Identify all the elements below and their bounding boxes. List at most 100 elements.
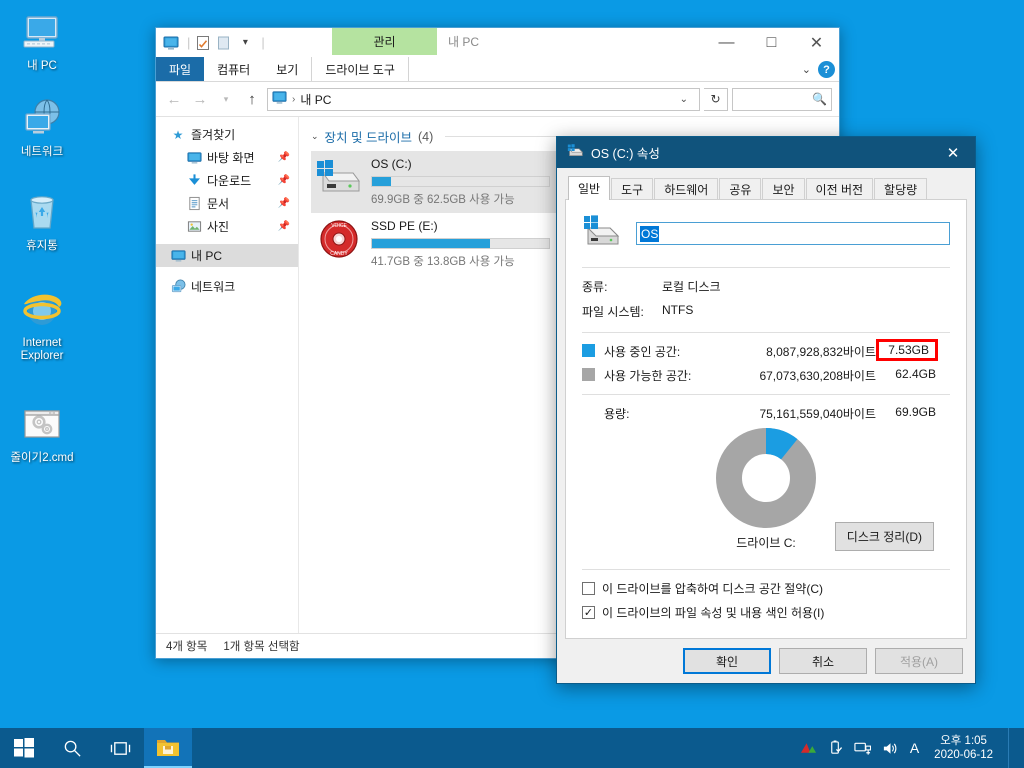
tab-sharing[interactable]: 공유 bbox=[719, 178, 762, 200]
taskbar[interactable]: A 오후 1:05 2020-06-12 bbox=[0, 728, 1024, 768]
ribbon-tab-computer[interactable]: 컴퓨터 bbox=[204, 57, 263, 81]
tab-security[interactable]: 보안 bbox=[762, 178, 805, 200]
nav-item-pictures[interactable]: 사진 📌 bbox=[156, 215, 298, 238]
recent-locations-icon[interactable]: ▾ bbox=[215, 88, 237, 110]
capacity-bytes: 75,161,559,040바이트 bbox=[759, 407, 876, 421]
cancel-button[interactable]: 취소 bbox=[779, 648, 867, 674]
up-icon[interactable]: ↑ bbox=[241, 88, 263, 110]
drive-properties-dialog[interactable]: OS (C:) 속성 ✕ 일반 도구 하드웨어 공유 보안 이전 버전 할당량 bbox=[556, 136, 976, 684]
index-drive-checkbox-row[interactable]: ✓ 이 드라이브의 파일 속성 및 내용 색인 허용(I) bbox=[582, 604, 950, 621]
nav-item-network[interactable]: 네트워크 bbox=[156, 275, 298, 298]
capacity-donut-chart: 드라이브 C: 디스크 정리(D) bbox=[582, 428, 950, 551]
search-icon[interactable]: 🔍 bbox=[812, 92, 827, 106]
windows-drive-icon bbox=[315, 155, 363, 199]
used-space-row: 사용 중인 공간: 8,087,928,832바이트 7.53GB bbox=[582, 339, 950, 361]
navigation-pane[interactable]: ★ 즐겨찾기 바탕 화면 📌 다운로드 📌 문서 📌 사진 📌 내 PC 네트워… bbox=[156, 117, 299, 633]
nav-item-desktop[interactable]: 바탕 화면 📌 bbox=[156, 146, 298, 169]
desktop-icon-label: 줄이기2.cmd bbox=[10, 452, 74, 464]
usb-eject-icon[interactable] bbox=[828, 740, 843, 756]
ribbon-tab-bar[interactable]: 파일 컴퓨터 보기 드라이브 도구 ⌄ ? bbox=[156, 57, 839, 82]
customize-qat-icon[interactable]: ▾ bbox=[236, 34, 254, 52]
collapse-ribbon-icon[interactable]: ⌄ bbox=[802, 63, 811, 76]
quick-access-toolbar[interactable]: | ▾ | 관리 내 PC — □ ✕ bbox=[156, 28, 839, 57]
ime-mode-icon[interactable]: A bbox=[910, 740, 919, 756]
system-tray[interactable]: A 오후 1:05 2020-06-12 bbox=[800, 728, 1024, 768]
group-title: 장치 및 드라이브 bbox=[324, 131, 412, 145]
compress-drive-checkbox-row[interactable]: 이 드라이브를 압축하여 디스크 공간 절약(C) bbox=[582, 580, 950, 597]
tab-quota[interactable]: 할당량 bbox=[874, 178, 928, 200]
this-pc-icon bbox=[272, 90, 287, 108]
dialog-footer[interactable]: 확인 취소 적용(A) bbox=[557, 639, 975, 683]
desktop-icon-cmd-script[interactable]: 줄이기2.cmd bbox=[0, 400, 84, 465]
nav-item-downloads[interactable]: 다운로드 📌 bbox=[156, 169, 298, 192]
pin-icon[interactable]: 📌 bbox=[278, 221, 290, 232]
start-button[interactable] bbox=[0, 728, 48, 768]
refresh-button[interactable]: ↻ bbox=[704, 87, 728, 111]
tab-previous-versions[interactable]: 이전 버전 bbox=[805, 178, 874, 200]
recycle-bin-icon bbox=[0, 188, 84, 236]
new-folder-icon[interactable] bbox=[215, 34, 233, 52]
tab-hardware[interactable]: 하드웨어 bbox=[654, 178, 719, 200]
search-box[interactable]: 🔍 bbox=[732, 87, 832, 111]
search-button[interactable] bbox=[48, 728, 96, 768]
contextual-tab-header: 관리 bbox=[332, 28, 437, 55]
ribbon-tab-view[interactable]: 보기 bbox=[263, 57, 311, 81]
search-input[interactable] bbox=[737, 92, 813, 106]
used-space-swatch bbox=[582, 344, 595, 357]
ok-button[interactable]: 확인 bbox=[683, 648, 771, 674]
address-bar[interactable]: › 내 PC ⌄ bbox=[267, 87, 700, 111]
desktop-icon-internet-explorer[interactable]: Internet Explorer bbox=[0, 285, 84, 363]
breadcrumb-this-pc[interactable]: 내 PC bbox=[300, 91, 331, 108]
volume-icon[interactable] bbox=[882, 741, 899, 756]
close-button[interactable]: ✕ bbox=[794, 28, 839, 57]
show-desktop-button[interactable] bbox=[1008, 728, 1014, 768]
field-value: NTFS bbox=[662, 303, 694, 317]
pin-icon[interactable]: 📌 bbox=[278, 175, 290, 186]
nav-item-documents[interactable]: 문서 📌 bbox=[156, 192, 298, 215]
maximize-button[interactable]: □ bbox=[749, 28, 794, 57]
tab-general[interactable]: 일반 bbox=[568, 176, 611, 200]
ribbon-tab-file[interactable]: 파일 bbox=[156, 57, 205, 81]
chevron-down-icon[interactable]: ⌄ bbox=[311, 131, 319, 142]
address-bar-row[interactable]: ← → ▾ ↑ › 내 PC ⌄ ↻ 🔍 bbox=[156, 82, 839, 116]
dialog-tab-bar[interactable]: 일반 도구 하드웨어 공유 보안 이전 버전 할당량 bbox=[565, 176, 967, 200]
chevron-down-icon[interactable]: ⌄ bbox=[673, 94, 695, 105]
capacity-gb: 69.9GB bbox=[895, 405, 936, 419]
desktop-icon-recycle-bin[interactable]: 휴지통 bbox=[0, 188, 84, 253]
nvidia-icon[interactable] bbox=[800, 741, 817, 755]
back-icon[interactable]: ← bbox=[163, 88, 185, 110]
ribbon-tab-drive-tools[interactable]: 드라이브 도구 bbox=[311, 57, 409, 81]
compress-drive-checkbox[interactable] bbox=[582, 582, 595, 595]
properties-icon[interactable] bbox=[194, 34, 212, 52]
network-tray-icon[interactable] bbox=[854, 741, 871, 756]
pin-icon[interactable]: 📌 bbox=[278, 152, 290, 163]
forward-icon[interactable]: → bbox=[189, 88, 211, 110]
index-drive-checkbox[interactable]: ✓ bbox=[582, 606, 595, 619]
minimize-button[interactable]: — bbox=[704, 28, 749, 57]
nav-item-label: 문서 bbox=[207, 197, 230, 211]
desktop-icon-network[interactable]: 네트워크 bbox=[0, 94, 84, 159]
nav-item-this-pc[interactable]: 내 PC bbox=[156, 244, 298, 267]
tab-tools[interactable]: 도구 bbox=[611, 178, 654, 200]
dialog-title: OS (C:) 속성 bbox=[591, 147, 660, 161]
apply-button[interactable]: 적용(A) bbox=[875, 648, 963, 674]
this-pc-icon[interactable] bbox=[162, 34, 180, 52]
taskbar-clock[interactable]: 오후 1:05 2020-06-12 bbox=[930, 734, 997, 762]
window-controls[interactable]: — □ ✕ bbox=[704, 28, 839, 57]
used-space-bytes: 8,087,928,832바이트 bbox=[766, 345, 876, 359]
pin-icon[interactable]: 📌 bbox=[278, 198, 290, 209]
dialog-close-button[interactable]: ✕ bbox=[931, 137, 975, 168]
divider bbox=[582, 332, 950, 333]
compress-drive-label: 이 드라이브를 압축하여 디스크 공간 절약(C) bbox=[602, 582, 824, 596]
drive-item-os-c[interactable]: OS (C:) 69.9GB 중 62.5GB 사용 가능 bbox=[311, 151, 556, 213]
drive-usage-fill bbox=[372, 177, 392, 186]
dialog-title-bar[interactable]: OS (C:) 속성 ✕ bbox=[557, 137, 975, 168]
task-view-button[interactable] bbox=[96, 728, 144, 768]
desktop-icon-this-pc[interactable]: 내 PC bbox=[0, 8, 84, 73]
volume-name-input[interactable]: OS bbox=[636, 222, 950, 245]
disk-cleanup-button[interactable]: 디스크 정리(D) bbox=[834, 522, 934, 551]
file-explorer-taskbar-button[interactable] bbox=[144, 728, 192, 768]
help-icon[interactable]: ? bbox=[818, 61, 835, 78]
drive-item-ssd-pe-e[interactable]: VOICE CANDY SSD PE (E:) 41.7GB 중 13.8GB … bbox=[311, 213, 556, 275]
nav-item-favorites[interactable]: ★ 즐겨찾기 bbox=[156, 123, 298, 146]
